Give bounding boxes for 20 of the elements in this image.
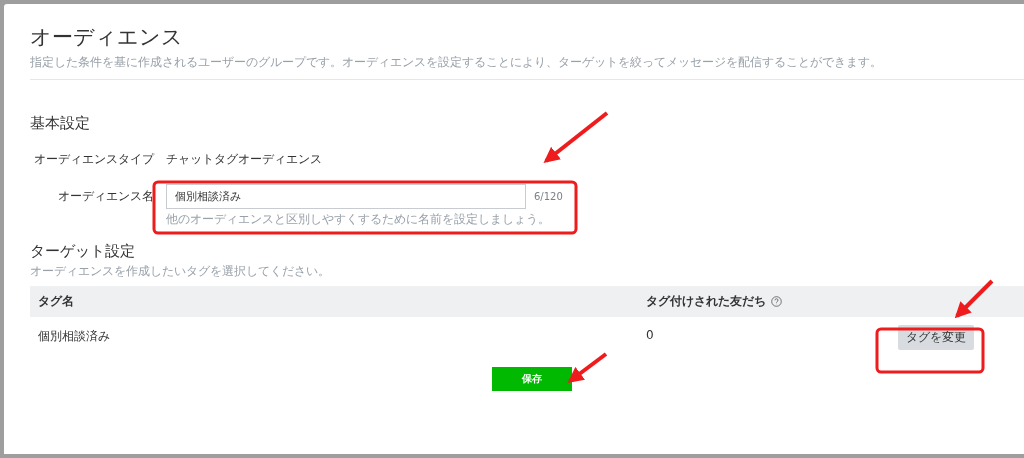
field-label: オーディエンスタイプ bbox=[33, 151, 156, 168]
field-hint: 他のオーディエンスと区別しやすくするために名前を設定しましょう。 bbox=[166, 211, 551, 228]
field-value: チャットタグオーディエンス bbox=[166, 151, 322, 168]
field-label: オーディエンス名 bbox=[57, 188, 155, 205]
column-header: タグ付けされた友だち bbox=[646, 293, 766, 310]
help-icon[interactable] bbox=[771, 296, 782, 307]
column-header: タグ名 bbox=[38, 293, 74, 310]
section-heading: 基本設定 bbox=[30, 114, 91, 133]
change-tag-button[interactable]: タグを変更 bbox=[898, 325, 974, 350]
annotation-arrow bbox=[543, 111, 609, 163]
character-counter: 6/120 bbox=[534, 191, 563, 202]
page-title: オーディエンス bbox=[30, 24, 184, 50]
table-cell: 0 bbox=[646, 328, 654, 342]
section-heading: ターゲット設定 bbox=[30, 242, 136, 261]
page-description: 指定した条件を基に作成されるユーザーのグループです。オーディエンスを設定することにより、ターゲットを絞ってメッセージを配信することができます。 bbox=[30, 54, 883, 71]
annotation-arrow bbox=[954, 279, 994, 319]
annotation-arrow bbox=[567, 352, 608, 383]
section-description: オーディエンスを作成したいタグを選択してください。 bbox=[30, 263, 331, 280]
audience-name-field[interactable]: 個別相談済み bbox=[166, 184, 526, 209]
table-cell: 個別相談済み bbox=[38, 328, 110, 345]
